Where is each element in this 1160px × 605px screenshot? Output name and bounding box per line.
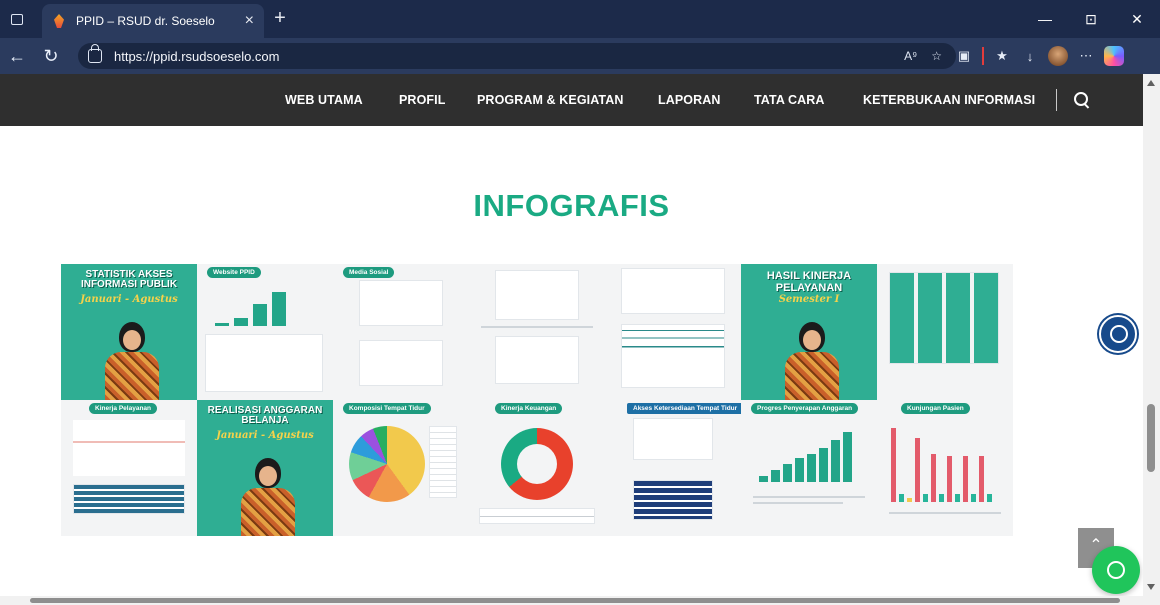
main-content: INFOGRAFIS STATISTIK AKSES INFORMASI PUB… [0,126,1143,596]
close-window-button[interactable]: ✕ [1114,0,1160,38]
whatsapp-icon[interactable] [1092,546,1140,594]
infographic-title: STATISTIK AKSES INFORMASI PUBLIK [80,269,178,290]
nav-program-kegiatan[interactable]: PROGRAM & KEGIATAN [477,74,623,126]
infographic-akses-ketersediaan[interactable]: Akses Ketersediaan Tempat Tidur [605,400,741,536]
infographic-title: Progres Penyerapan Anggaran [751,403,859,414]
search-icon[interactable] [1072,90,1092,110]
donut-chart [501,428,573,500]
infographic-hasil-kinerja[interactable]: HASIL KINERJA PELAYANAN Semester I [741,264,877,400]
restore-button[interactable]: ⊡ [1068,0,1114,38]
bar-chart [759,430,852,482]
infographic-title: Akses Ketersediaan Tempat Tidur [627,403,741,414]
profile-avatar[interactable] [1044,38,1072,74]
infographic-title: Kinerja Pelayanan [89,403,157,414]
infographic-media-sosial-3[interactable] [605,264,741,400]
presenter-photo [101,322,161,400]
favorites-icon[interactable]: ★ [988,38,1016,74]
photo-collage [889,272,999,364]
tab-actions-icon[interactable] [0,0,34,38]
presenter-photo [237,458,297,536]
infographic-title: Kunjungan Pasien [901,403,970,414]
address-bar[interactable]: https://ppid.rsudsoeselo.com A⁹ ☆ [78,43,956,69]
infographic-statistik-akses[interactable]: STATISTIK AKSES INFORMASI PUBLIK Januari… [61,264,197,400]
nav-tata-cara[interactable]: TATA CARA [754,74,825,126]
pie-chart [349,426,425,502]
site-navbar: WEB UTAMA PROFIL PROGRAM & KEGIATAN LAPO… [0,74,1143,126]
line-chart [359,340,443,386]
horizontal-scrollbar[interactable] [0,596,1160,605]
browser-tools: ▣ ★ ↓ ⋯ [950,38,1128,74]
new-tab-button[interactable]: + [270,8,290,29]
infographic-title: Website PPID [207,267,261,278]
infographic-kinerja-pelayanan[interactable]: Kinerja Pelayanan [61,400,197,536]
back-arrow-icon[interactable]: ← [0,38,34,74]
nav-divider [1056,89,1057,111]
favorite-star-icon[interactable]: ☆ [931,49,942,63]
presenter-photo [781,322,841,400]
bar-chart [621,268,725,314]
infographic-komposisi-tempat-tidur[interactable]: Komposisi Tempat Tidur [333,400,469,536]
nav-laporan[interactable]: LAPORAN [658,74,721,126]
tab-title: PPID – RSUD dr. Soeselo [76,14,215,28]
infographic-title: Komposisi Tempat Tidur [343,403,431,414]
minimize-button[interactable]: — [1022,0,1068,38]
infographic-title: Kinerja Keuangan [495,403,563,414]
nav-profil[interactable]: PROFIL [399,74,445,126]
infographic-collage[interactable] [877,264,1013,400]
refresh-icon[interactable]: ↻ [34,38,68,74]
close-tab-icon[interactable]: × [245,12,254,30]
line-chart [495,270,579,320]
read-aloud-icon[interactable]: A⁹ [904,49,917,63]
infographic-gallery: STATISTIK AKSES INFORMASI PUBLIK Januari… [61,264,1013,536]
infographic-website-ppid[interactable]: Website PPID [197,264,333,400]
downloads-icon[interactable]: ↓ [1016,38,1044,74]
accessibility-icon[interactable] [1099,315,1137,353]
line-chart [359,280,443,326]
data-table [479,508,595,524]
infographic-media-sosial-2[interactable] [469,264,605,400]
infographic-media-sosial[interactable]: Media Sosial [333,264,469,400]
infographic-kinerja-keuangan[interactable]: Kinerja Keuangan [469,400,605,536]
line-chart [73,420,185,476]
infographic-title: HASIL KINERJA PELAYANAN [766,270,852,294]
toolbar-separator [982,47,984,65]
lock-icon[interactable] [88,44,102,63]
infographic-subtitle: Semester I [778,294,840,305]
infographic-subtitle: Januari - Agustus [80,294,178,305]
nav-keterbukaan-informasi[interactable]: KETERBUKAAN INFORMASI [863,74,1035,126]
browser-tabbar: PPID – RSUD dr. Soeselo × + — ⊡ ✕ [0,0,1160,38]
infographic-kunjungan-pasien[interactable]: Kunjungan Pasien [877,400,1013,536]
infographic-title: REALISASI ANGGARAN BELANJA [207,405,323,426]
bar-chart [215,288,286,326]
line-chart [495,336,579,384]
infographic-title: Media Sosial [343,267,395,278]
data-table [429,426,457,498]
column-chart [891,428,1003,502]
horizontal-bar-chart [621,324,725,388]
copilot-icon[interactable] [1100,38,1128,74]
infographic-realisasi-anggaran[interactable]: REALISASI ANGGARAN BELANJA Januari - Agu… [197,400,333,536]
browser-tab[interactable]: PPID – RSUD dr. Soeselo × [42,4,264,38]
window-controls: — ⊡ ✕ [1022,0,1160,38]
vertical-scrollbar[interactable] [1143,74,1160,596]
infographic-progres-penyerapan[interactable]: Progres Penyerapan Anggaran [741,400,877,536]
url-text[interactable]: https://ppid.rsudsoeselo.com [114,49,279,64]
screenshot-thumbnail [633,480,713,520]
section-title: INFOGRAFIS [473,188,670,223]
site-favicon-icon [52,14,66,28]
more-options-icon[interactable]: ⋯ [1072,38,1100,74]
screenshot-thumbnail [633,418,713,460]
nav-web-utama[interactable]: WEB UTAMA [285,74,363,126]
split-screen-icon[interactable]: ▣ [950,38,978,74]
infographic-subtitle: Januari - Agustus [216,430,314,441]
data-table [73,484,185,514]
screenshot-thumbnail [205,334,323,392]
